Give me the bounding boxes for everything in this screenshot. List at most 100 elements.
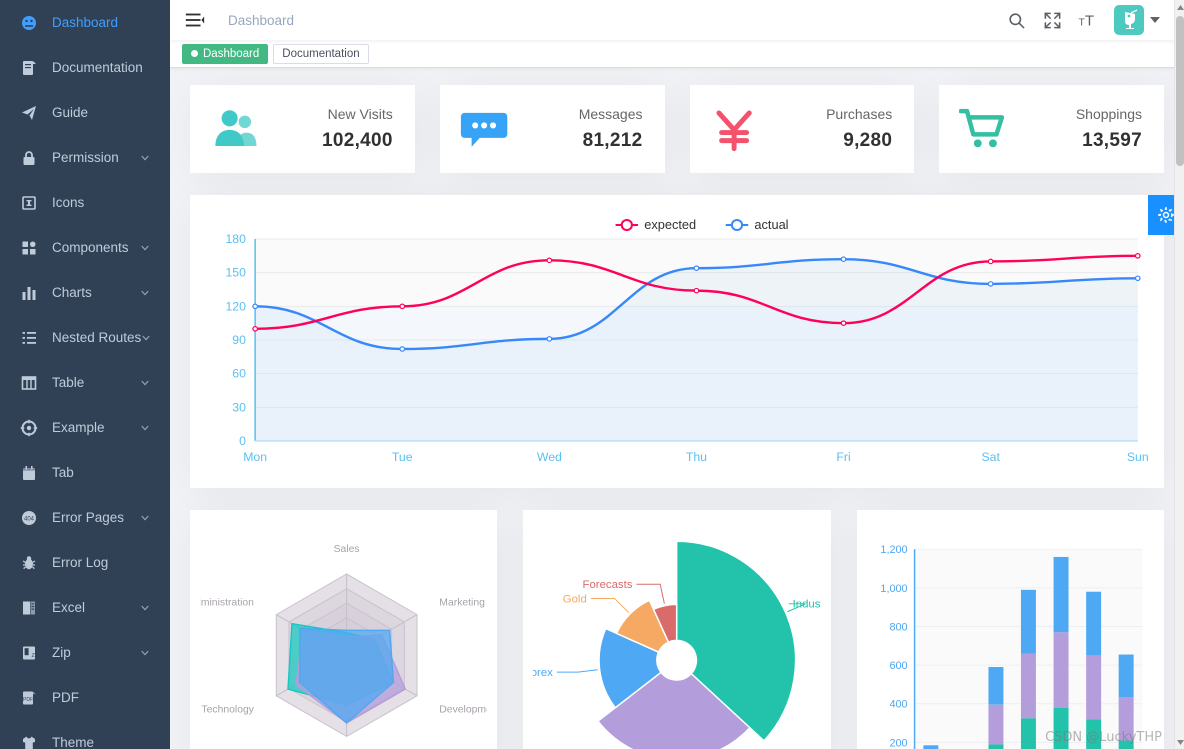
chevron-down-icon[interactable] [140,603,150,613]
sidebar-item-permission[interactable]: Permission [0,135,170,180]
theme-shirt-icon [20,734,38,749]
svg-text:60: 60 [232,367,246,381]
sidebar-item-label: Icons [52,195,84,210]
svg-text:600: 600 [889,660,907,672]
navbar-right-actions: T T [1006,5,1174,35]
sidebar-item-table[interactable]: Table [0,360,170,405]
panel-value: 9,280 [780,130,893,152]
sidebar-item-label: Table [52,375,84,390]
sidebar-item-components[interactable]: Components [0,225,170,270]
message-icon[interactable] [440,104,530,154]
shopping-cart-icon[interactable] [939,104,1029,154]
panel-card-shoppings[interactable]: Shoppings13,597 [939,85,1164,173]
tag-documentation[interactable]: Documentation [273,44,368,64]
font-size-icon[interactable]: T T [1078,10,1098,30]
bar-chart[interactable]: 2004006008001,0001,200 [867,520,1154,749]
svg-text:Tue: Tue [392,450,413,464]
admin-dashboard-app: DashboardDocumentationGuidePermissionIco… [0,0,1184,749]
svg-text:90: 90 [232,333,246,347]
sidebar-item-excel[interactable]: Excel [0,585,170,630]
svg-text:800: 800 [889,621,907,633]
line-chart[interactable]: expectedactual0306090120150180MonTueWedT… [206,209,1148,477]
svg-text:120: 120 [225,299,246,313]
pdf-icon: PDF [20,689,38,707]
components-icon [20,239,38,257]
sidebar-item-dashboard[interactable]: Dashboard [0,0,170,45]
panel-card-new-visits[interactable]: New Visits102,400 [190,85,415,173]
svg-text:Gold: Gold [563,593,587,605]
panel-card-messages[interactable]: Messages81,212 [440,85,665,173]
panel-value: 81,212 [530,130,643,152]
sidebar-item-documentation[interactable]: Documentation [0,45,170,90]
tag-dashboard[interactable]: Dashboard [182,44,268,64]
radar-chart[interactable]: SalesMarketingDevelopmentCustomer Suppor… [200,520,487,749]
svg-text:actual: actual [754,218,788,232]
sidebar-item-label: Charts [52,285,92,300]
sidebar-item-label: Permission [52,150,119,165]
panel-card-purchases[interactable]: Purchases9,280 [690,85,915,173]
svg-text:1,200: 1,200 [880,544,907,556]
user-avatar[interactable] [1114,5,1144,35]
sidebar: Dashboard Documentation Guide Permission Ico… [0,0,170,749]
chevron-down-icon[interactable] [140,648,150,658]
panel-text: Purchases9,280 [780,106,915,152]
sidebar-item-pdf[interactable]: PDF PDF [0,675,170,720]
sidebar-item-guide[interactable]: Guide [0,90,170,135]
page-scrollbar[interactable] [1174,0,1184,749]
sidebar-item-example[interactable]: Example [0,405,170,450]
sidebar-item-zip[interactable]: ZIPZip [0,630,170,675]
svg-text:0: 0 [239,434,246,448]
sidebar-item-error-pages[interactable]: 404 Error Pages [0,495,170,540]
panel-value: 102,400 [280,130,393,152]
people-icon[interactable] [190,104,280,154]
sidebar-item-icons[interactable]: Icons [0,180,170,225]
svg-text:404: 404 [24,516,35,522]
scroll-up-arrow[interactable] [1175,0,1184,14]
svg-text:Mon: Mon [243,450,267,464]
chevron-down-icon[interactable] [140,153,150,163]
money-yen-icon[interactable] [690,104,780,154]
chevron-down-icon[interactable] [1150,17,1160,23]
scrollbar-thumb[interactable] [1176,16,1184,166]
svg-text:Wed: Wed [537,450,562,464]
chevron-down-icon[interactable] [140,378,150,388]
svg-text:Forex: Forex [533,667,553,679]
panel-value: 13,597 [1029,130,1142,152]
sidebar-item-theme[interactable]: Theme [0,720,170,749]
bar-chart-card[interactable]: 2004006008001,0001,200 [857,510,1164,749]
radar-chart-card[interactable]: SalesMarketingDevelopmentCustomer Suppor… [190,510,497,749]
chevron-down-icon[interactable] [140,513,150,523]
sidebar-item-error-log[interactable]: Error Log [0,540,170,585]
scroll-down-arrow[interactable] [1175,735,1184,749]
sidebar-item-label: Error Pages [52,510,124,525]
svg-text:Marketing: Marketing [439,598,485,609]
panel-text: Shoppings13,597 [1029,106,1164,152]
svg-text:Thu: Thu [686,450,707,464]
sidebar-item-charts[interactable]: Charts [0,270,170,315]
sidebar-item-tab[interactable]: Tab [0,450,170,495]
bug-icon [20,554,38,572]
sidebar-item-nested-routes[interactable]: Nested Routes [0,315,170,360]
sidebar-item-label: Tab [52,465,74,480]
sidebar-item-label: Example [52,420,105,435]
svg-text:Fri: Fri [836,450,850,464]
line-chart-card[interactable]: expectedactual0306090120150180MonTueWedT… [190,195,1164,488]
breadcrumb[interactable]: Dashboard [228,13,294,28]
user-avatar-menu[interactable] [1114,5,1160,35]
sidebar-item-label: PDF [52,690,79,705]
fullscreen-icon[interactable] [1042,10,1062,30]
search-icon[interactable] [1006,10,1026,30]
chevron-down-icon[interactable] [140,288,150,298]
svg-text:1,000: 1,000 [880,583,907,595]
documentation-icon [20,59,38,77]
chevron-down-icon[interactable] [140,243,150,253]
pie-chart[interactable]: IndustriesTechnologyForexGoldForecastsIn… [533,520,820,749]
hamburger-icon[interactable] [184,9,206,31]
svg-text:Forecasts: Forecasts [583,579,633,591]
pie-chart-card[interactable]: IndustriesTechnologyForexGoldForecastsIn… [523,510,830,749]
chevron-down-icon[interactable] [141,333,151,343]
chevron-down-icon[interactable] [140,423,150,433]
sidebar-item-label: Documentation [52,60,143,75]
sidebar-item-label: Error Log [52,555,108,570]
example-icon [20,419,38,437]
